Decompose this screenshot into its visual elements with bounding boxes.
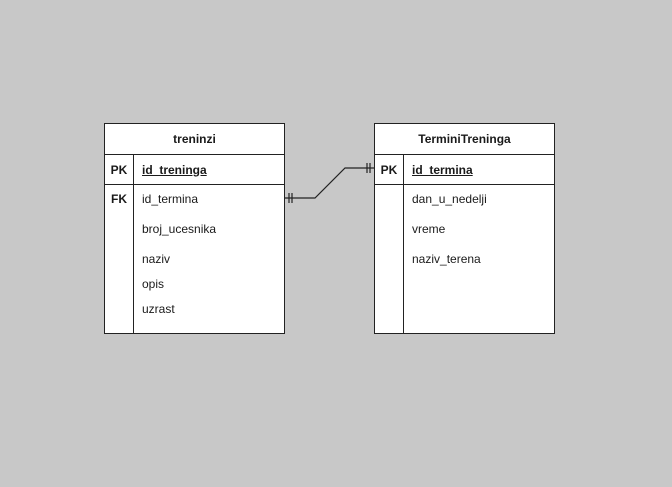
relationship-line bbox=[285, 167, 374, 199]
relationship-connector[interactable] bbox=[0, 0, 672, 487]
